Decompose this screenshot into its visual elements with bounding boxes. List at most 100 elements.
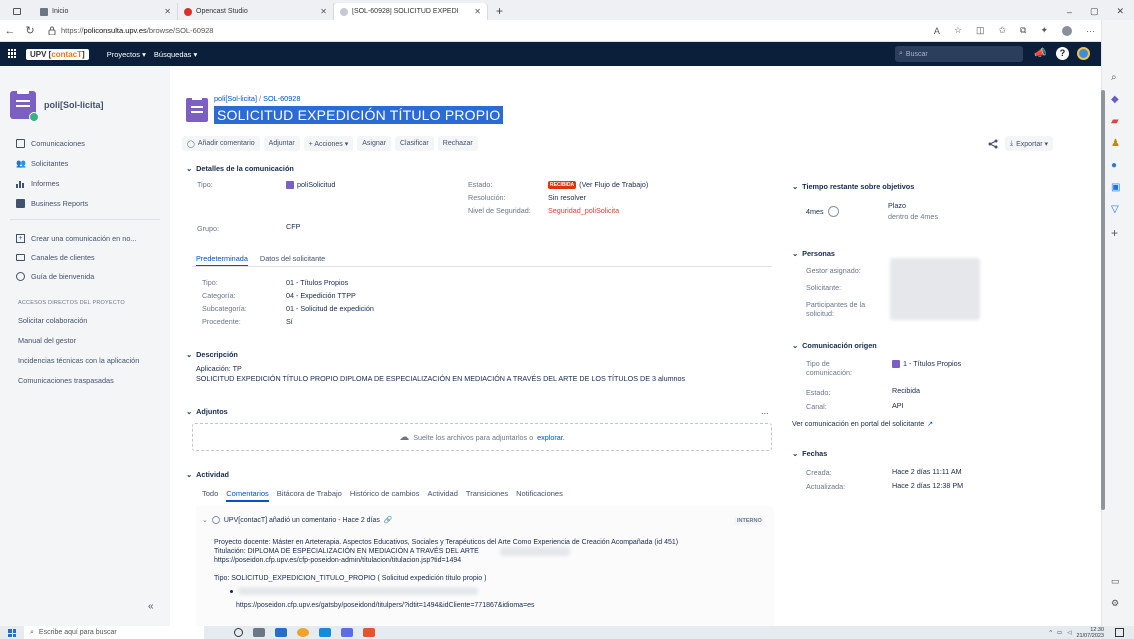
user-avatar[interactable] [1077, 47, 1090, 60]
comment-link[interactable]: https://poseidon.cfp.upv.es/gatsby/posei… [236, 602, 794, 609]
activity-section-toggle[interactable]: ⌄ Actividad [186, 470, 229, 479]
close-window-icon[interactable]: ✕ [1116, 6, 1124, 17]
pin-icon[interactable]: ◆ [1111, 94, 1125, 108]
attach-button[interactable]: Adjuntar [263, 136, 300, 151]
extensions-icon[interactable]: ✦ [1040, 25, 1048, 36]
new-tab-button[interactable]: + [488, 3, 511, 20]
people-section-toggle[interactable]: ⌄ Personas [792, 249, 835, 258]
add-sidebar-icon[interactable]: + [1111, 226, 1125, 240]
tab-actions-icon[interactable] [13, 8, 21, 15]
favorites-list-icon[interactable]: ✩ [998, 25, 1006, 36]
sidebar-item-solicitantes[interactable]: 👥 Solicitantes [16, 159, 68, 168]
file-explorer-icon[interactable] [275, 628, 287, 637]
chrome-icon[interactable] [297, 628, 309, 637]
drop-icon[interactable]: ▽ [1111, 204, 1125, 218]
breadcrumb-issue-key[interactable]: SOL-60928 [263, 94, 300, 103]
profile-icon[interactable] [1062, 25, 1072, 36]
collections-icon[interactable]: ⧉ [1020, 25, 1026, 36]
close-tab-icon[interactable]: ✕ [474, 7, 481, 16]
close-tab-icon[interactable]: ✕ [164, 7, 171, 16]
app-icon[interactable] [363, 628, 375, 637]
classify-button[interactable]: Clasificar [394, 136, 434, 151]
project-header[interactable]: poli[Sol-licita] [10, 89, 104, 122]
shopping-icon[interactable]: ▰ [1111, 116, 1125, 130]
tray-arrow-icon[interactable]: ^ [1049, 630, 1052, 636]
activity-tab-transiciones[interactable]: Transiciones [466, 489, 508, 502]
issue-title[interactable]: SOLICITUD EXPEDICIÓN TÍTULO PROPIO [214, 106, 504, 124]
activity-tab-actividad[interactable]: Actividad [427, 489, 457, 502]
activity-tab-bitacora[interactable]: Bitácora de Trabajo [277, 489, 342, 502]
portal-link[interactable]: Ver comunicación en portal del solicitan… [792, 419, 933, 428]
browse-link[interactable]: explorar. [537, 433, 565, 442]
cortana-icon[interactable] [234, 628, 243, 637]
page-scrollbar[interactable] [1101, 70, 1106, 600]
sidebar-item-comunicaciones[interactable]: Comunicaciones [16, 139, 85, 148]
chevron-down-icon[interactable]: ⌄ [202, 516, 208, 524]
app-logo[interactable]: UPV [contacT] [26, 48, 89, 60]
volume-icon[interactable]: ◁ [1067, 630, 1071, 636]
games-icon[interactable]: ♟ [1111, 138, 1125, 152]
add-comment-button[interactable]: ◯ Añadir comentario [182, 136, 260, 151]
activity-tab-historico[interactable]: Histórico de cambios [350, 489, 420, 502]
dates-section-toggle[interactable]: ⌄ Fechas [792, 449, 827, 458]
link-icon[interactable]: 🔗 [384, 516, 393, 524]
notifications-icon[interactable]: 📣 [1034, 48, 1046, 59]
back-icon[interactable]: ← [0, 25, 20, 37]
reload-icon[interactable]: ↻ [20, 24, 40, 37]
office-icon[interactable]: ● [1111, 160, 1125, 174]
sidebar-item-informes[interactable]: Informes [16, 179, 59, 188]
breadcrumb-project[interactable]: poli[Sol-licita] [214, 94, 257, 103]
browser-tab-issue[interactable]: [SOL-60928] SOLICITUD EXPEDI ✕ [334, 3, 488, 20]
sidebar-settings-icon[interactable]: ⚙ [1111, 598, 1125, 612]
time-section-toggle[interactable]: ⌄ Tiempo restante sobre objetivos [792, 182, 914, 191]
sidebar-action-crear[interactable]: + Crear una comunicación en no... [16, 234, 136, 243]
reject-button[interactable]: Rechazar [437, 136, 478, 151]
details-section-toggle[interactable]: ⌄ Detalles de la comunicación [186, 164, 294, 173]
app-switcher-icon[interactable] [8, 49, 16, 58]
shortcut-traspasadas[interactable]: Comunicaciones traspasadas [18, 376, 114, 385]
taskbar-clock[interactable]: 12:30 21/07/2023 [1076, 627, 1104, 639]
shortcut-solicitar[interactable]: Solicitar colaboración [18, 316, 87, 325]
origin-section-toggle[interactable]: ⌄ Comunicación origen [792, 341, 877, 350]
outlook-icon[interactable]: ▣ [1111, 182, 1125, 196]
workflow-link[interactable]: (Ver Flujo de Trabajo) [579, 180, 648, 189]
sidebar-layout-icon[interactable]: ▭ [1111, 576, 1125, 590]
comment-link[interactable]: https://poseidon.cfp.upv.es/cfp-poseidon… [214, 557, 772, 564]
more-icon[interactable]: ··· [1086, 26, 1095, 36]
nav-proyectos[interactable]: Proyectos ▾ [107, 50, 146, 59]
activity-tab-notificaciones[interactable]: Notificaciones [516, 489, 563, 502]
actions-button[interactable]: + Acciones ▾ [303, 136, 354, 151]
app-search-input[interactable]: ⌕ Buscar [895, 46, 1023, 62]
activity-tab-comentarios[interactable]: Comentarios [226, 489, 269, 502]
assign-button[interactable]: Asignar [357, 136, 391, 151]
task-view-icon[interactable] [253, 628, 265, 637]
search-sidebar-icon[interactable]: ⌕ [1111, 72, 1125, 86]
attachments-more-button[interactable]: ... [761, 406, 769, 416]
split-screen-icon[interactable]: ◫ [976, 25, 985, 36]
attachments-section-toggle[interactable]: ⌄ Adjuntos [186, 407, 228, 416]
browser-tab-inicio[interactable]: Inicio ✕ [34, 3, 178, 20]
taskbar-search-input[interactable]: ⌕ Escribe aquí para buscar [24, 626, 204, 639]
close-tab-icon[interactable]: ✕ [320, 7, 327, 16]
help-icon[interactable]: ? [1056, 47, 1069, 60]
browser-tab-opencast[interactable]: Opencast Studio ✕ [178, 3, 334, 20]
scrollbar-thumb[interactable] [1101, 90, 1105, 510]
restore-icon[interactable]: ▢ [1090, 6, 1099, 17]
share-icon[interactable] [988, 139, 998, 149]
activity-tab-todo[interactable]: Todo [202, 489, 218, 502]
favorite-icon[interactable]: ☆ [954, 25, 962, 36]
read-aloud-icon[interactable]: A [934, 26, 940, 36]
minimize-icon[interactable]: – [1067, 7, 1072, 17]
edge-icon[interactable] [319, 628, 331, 637]
sidebar-action-guia[interactable]: Guía de bienvenida [16, 272, 94, 281]
collapse-sidebar-button[interactable]: « [148, 601, 154, 612]
shortcut-manual[interactable]: Manual del gestor [18, 336, 76, 345]
network-icon[interactable]: ▭ [1057, 630, 1062, 636]
notification-center-icon[interactable] [1115, 628, 1124, 637]
description-section-toggle[interactable]: ⌄ Descripción [186, 350, 238, 359]
nav-busquedas[interactable]: Búsquedas ▾ [154, 50, 197, 59]
windows-start-icon[interactable] [8, 629, 16, 637]
export-button[interactable]: ⤓ Exportar ▾ [1005, 136, 1054, 151]
sidebar-action-canales[interactable]: Canales de clientes [16, 253, 95, 262]
url-field[interactable]: https://policonsulta.upv.es/browse/SOL-6… [48, 26, 213, 35]
